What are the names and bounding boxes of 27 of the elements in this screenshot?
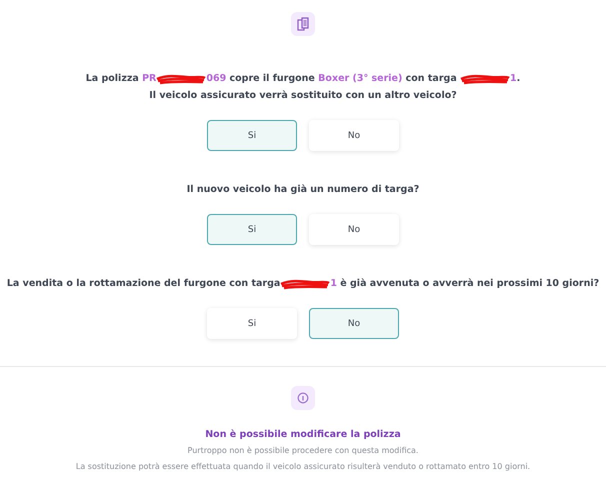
- highlighted-text: Boxer (3° serie): [318, 72, 402, 86]
- question-text: è già avvenuta o avverrà nei prossimi 10 giorni?: [339, 277, 600, 291]
- answer-button[interactable]: Si: [206, 120, 297, 151]
- answer-button[interactable]: Si: [206, 214, 297, 245]
- question-text: .: [516, 72, 520, 86]
- question-text: La polizza: [86, 72, 140, 86]
- question-text: con targa: [404, 72, 458, 86]
- question-text: copre il furgone: [228, 72, 316, 86]
- notice-title: Non è possibile modificare la polizza: [205, 428, 401, 442]
- highlighted-text: 1: [330, 277, 337, 291]
- info-icon: [291, 386, 315, 410]
- question-text: Il veicolo assicurato verrà sostituito con un altro veicolo?: [149, 89, 457, 103]
- document-icon: [291, 12, 315, 36]
- highlighted-text: 1: [510, 72, 517, 86]
- redaction-scribble: [280, 278, 330, 290]
- highlighted-text: PR: [142, 72, 156, 86]
- answer-button[interactable]: No: [308, 308, 399, 339]
- notice-text: Purtroppo non è possibile procedere con questa modifica.: [186, 445, 420, 457]
- notice-text: La sostituzione potrà essere effettuata quando il veicolo assicurato risulterà venduto o rottamato entro 10 giorni.: [76, 461, 530, 473]
- question-text: Il nuovo veicolo ha già un numero di targa?: [186, 183, 420, 197]
- answer-button[interactable]: No: [308, 214, 399, 245]
- highlighted-text: 069: [206, 72, 226, 86]
- question-text: La vendita o la rottamazione del furgone con targa: [6, 277, 280, 291]
- redaction-scribble: [156, 72, 206, 84]
- answer-button[interactable]: No: [308, 120, 399, 151]
- redaction-scribble: [460, 72, 510, 84]
- answer-button[interactable]: Si: [206, 308, 297, 339]
